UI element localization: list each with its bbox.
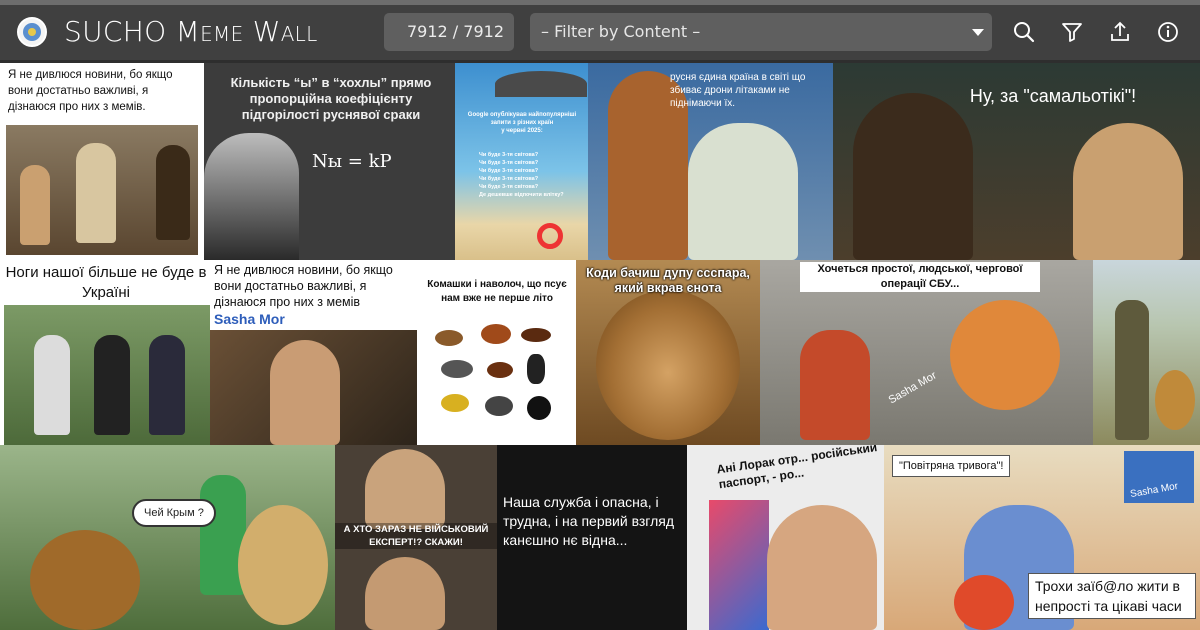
meme-caption: Хочеться простої, людської, чергової опе…: [800, 262, 1040, 292]
meme-caption: Я не дивлюся новини, бо якщо вони достат…: [8, 69, 173, 113]
meme-tile-3[interactable]: Google опублікував найпопулярніші запити…: [455, 63, 588, 260]
umbrella-shape: [495, 71, 587, 97]
meme-tile-5[interactable]: Ну, за "самальотікі"!: [833, 63, 1200, 260]
meme-caption: Я не дивлюся новини, бо якщо вони достат…: [214, 263, 393, 309]
meme-image-2: [950, 300, 1060, 410]
sucho-logo[interactable]: [17, 17, 47, 47]
meme-tile-6[interactable]: Ноги нашої більше не буде в Україні: [0, 260, 210, 445]
meme-line: Чи буде 3-тя світова?: [479, 184, 539, 190]
meme-image-2: [365, 557, 445, 630]
speech-bubble: "Повітряна тривога"!: [892, 455, 1011, 477]
meme-image: [4, 305, 210, 445]
meme-image: [800, 330, 870, 440]
meme-image: [853, 93, 973, 260]
search-icon[interactable]: [1011, 19, 1037, 45]
meme-caption: А ХТО ЗАРАЗ НЕ ВІЙСЬКОВИЙ ЕКСПЕРТ!? СКАЖ…: [335, 523, 497, 549]
meme-caption-2: запити з різних країн: [490, 120, 554, 126]
meme-image: [435, 320, 555, 435]
meme-caption: Ну, за "самальотікі"!: [969, 86, 1137, 106]
meme-image: [30, 530, 140, 630]
meme-line: Чи буде 3-тя світова?: [479, 152, 539, 158]
meme-grid: Я не дивлюся новини, бо якщо вони достат…: [0, 63, 1200, 630]
meme-line: Де дешевше відпочити влітку?: [479, 192, 564, 198]
meme-tile-2[interactable]: Кількість “ы” в “хохлы” прямо пропорційн…: [204, 63, 455, 260]
meme-caption: Ноги нашої більше не буде в Україні: [5, 264, 207, 301]
meme-tile-11[interactable]: [1093, 260, 1200, 445]
meme-image: [6, 125, 198, 255]
meme-tile-16[interactable]: "Повітряна тривога"! Sasha Mor Трохи заї…: [884, 445, 1200, 630]
meme-line: Чи буде 3-тя світова?: [479, 168, 539, 174]
meme-tile-10[interactable]: Хочеться простої, людської, чергової опе…: [760, 260, 1093, 445]
meme-image-2: [1073, 123, 1183, 260]
info-icon[interactable]: [1155, 19, 1181, 45]
meme-caption: Кількість “ы” в “хохлы” прямо пропорційн…: [230, 75, 432, 122]
lifebuoy-shape: [537, 223, 563, 249]
chevron-down-icon: [972, 29, 984, 36]
signature-text: Sasha Mor: [886, 369, 939, 407]
meme-tile-7[interactable]: Я не дивлюся новини, бо якщо вони достат…: [210, 260, 417, 445]
meme-line: Чи буде 3-тя світова?: [479, 176, 539, 182]
meme-caption: Трохи заїб@ло жити в непрості та цікаві …: [1028, 573, 1196, 619]
meme-image-2: [1155, 370, 1195, 430]
app-title: SUCHO Meme Wall: [64, 15, 318, 49]
title-first: SUCHO: [64, 15, 167, 48]
meme-image-2: [767, 505, 877, 630]
meme-caption-1: Google опублікував найпопулярніші: [467, 112, 577, 118]
meme-caption-3: у червні 2025:: [501, 128, 543, 134]
meme-tile-8[interactable]: Комашки і наволоч, що псує нам вже не пе…: [417, 260, 576, 445]
meme-line: Чи буде 3-тя світова?: [479, 160, 539, 166]
meme-counter[interactable]: 7912 / 7912: [384, 13, 514, 51]
meme-image-3: [238, 505, 328, 625]
logo-sun: [28, 28, 36, 36]
content-filter-select[interactable]: – Filter by Content –: [530, 13, 992, 51]
meme-image: [709, 500, 769, 630]
meme-caption: Коди бачиш дупу ссспара, який вкрав єнот…: [586, 266, 750, 295]
speech-bubble: Чей Крым ?: [132, 499, 216, 527]
meme-image: [210, 330, 417, 445]
filter-placeholder: – Filter by Content –: [541, 22, 701, 41]
meme-caption: Ані Лорак отр... російський паспорт, - р…: [715, 445, 879, 492]
title-rest: Meme Wall: [175, 15, 318, 48]
upload-icon[interactable]: [1107, 19, 1133, 45]
app-header: SUCHO Meme Wall 7912 / 7912 – Filter by …: [0, 5, 1200, 60]
meme-tile-9[interactable]: Коди бачиш дупу ссспара, який вкрав єнот…: [576, 260, 760, 445]
formula-text: Nы = kP: [312, 151, 392, 172]
meme-tile-12[interactable]: Чей Крым ?: [0, 445, 335, 630]
meme-tile-4[interactable]: русня єдина країна в світі що збиває дро…: [588, 63, 833, 260]
meme-image: [365, 449, 445, 529]
meme-tile-14[interactable]: Наша служба і опасна, і трудна, і на пер…: [497, 445, 687, 630]
meme-image-2: [954, 575, 1014, 630]
meme-caption: Комашки і наволоч, що псує нам вже не пе…: [427, 279, 567, 304]
meme-image: [1115, 300, 1149, 440]
meme-image-2: [688, 123, 798, 260]
meme-tile-13[interactable]: А ХТО ЗАРАЗ НЕ ВІЙСЬКОВИЙ ЕКСПЕРТ!? СКАЖ…: [335, 445, 497, 630]
meme-caption: русня єдина країна в світі що збиває дро…: [670, 72, 806, 109]
meme-caption: Наша служба і опасна, і трудна, і на пер…: [503, 494, 674, 548]
meme-tile-15[interactable]: Ані Лорак отр... російський паспорт, - р…: [687, 445, 884, 630]
meme-tile-1[interactable]: Я не дивлюся новини, бо якщо вони достат…: [0, 63, 204, 260]
signature-text: Sasha Mor: [214, 311, 285, 327]
meme-image: [596, 290, 740, 440]
filter-icon[interactable]: [1059, 19, 1085, 45]
meme-image: [204, 133, 299, 260]
